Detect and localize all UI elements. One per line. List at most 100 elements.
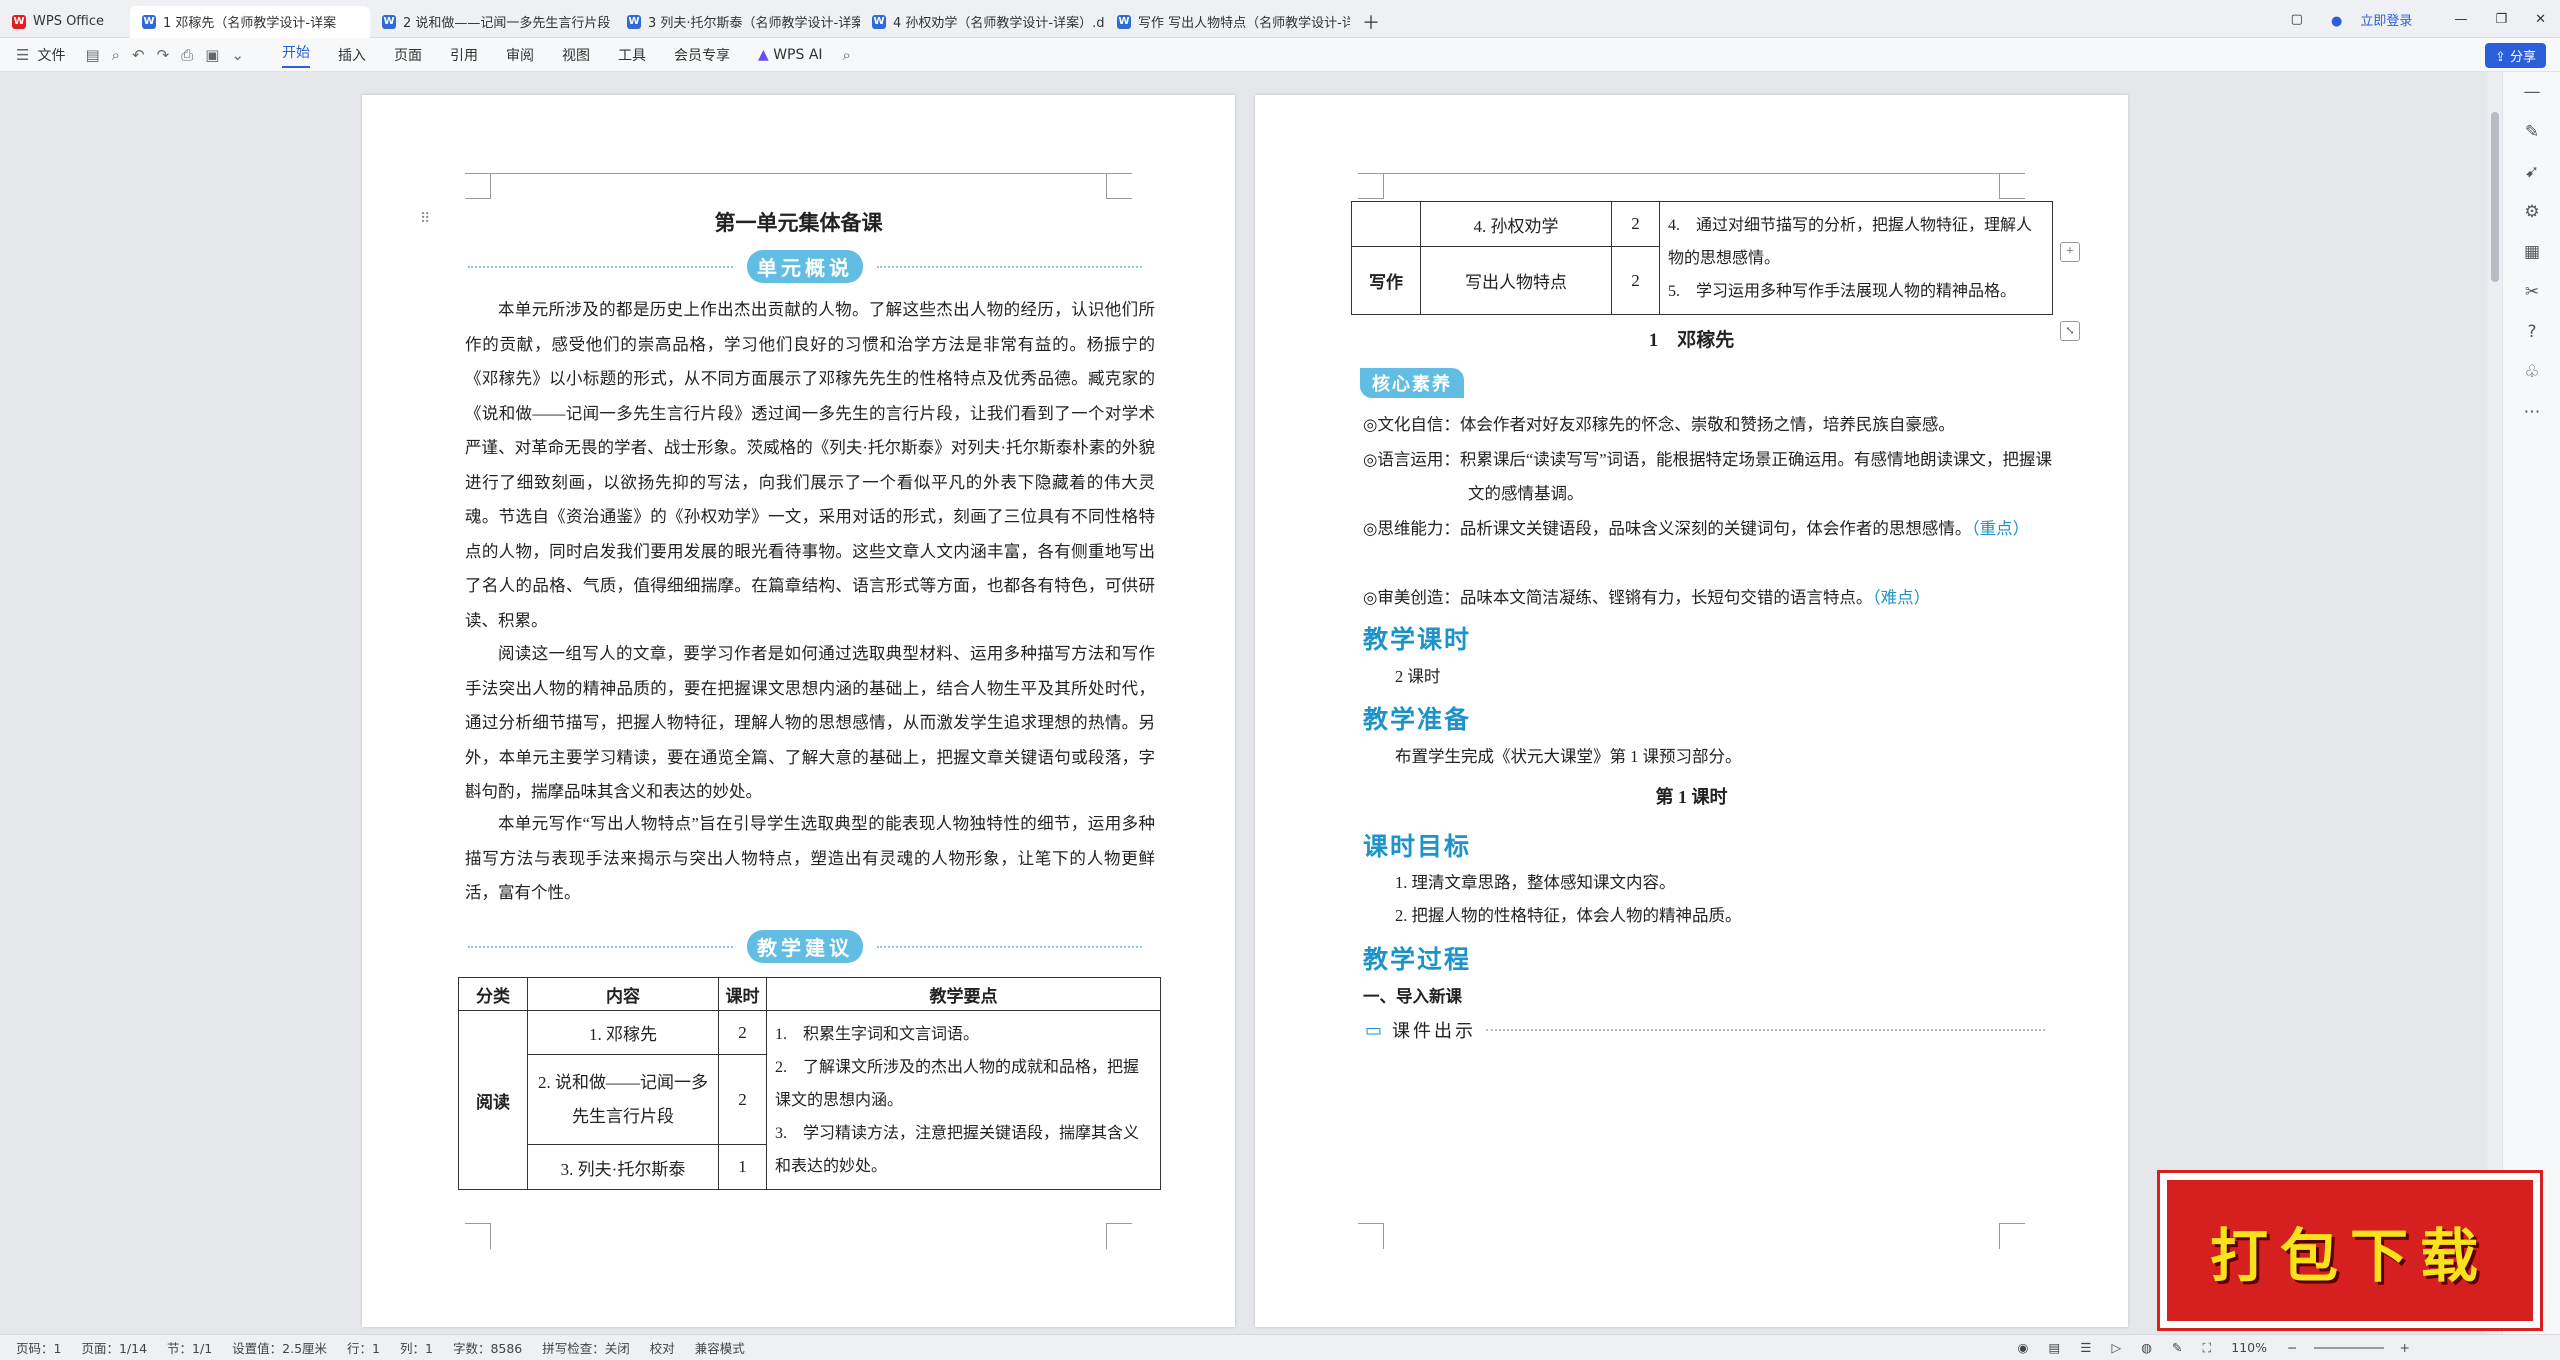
doc-title: 第一单元集体备课 <box>714 211 883 235</box>
crop-mark <box>1999 173 2025 199</box>
teaching-process-heading: 教学过程 <box>1363 947 1472 974</box>
image-icon[interactable]: ▣ <box>205 46 219 64</box>
lesson-goal-heading: 课时目标 <box>1363 834 1472 861</box>
courseware-row: ▭ 课件出示 <box>1365 1017 2045 1043</box>
overview-paragraph-3: 本单元写作“写出人物特点”旨在引导学生选取典型的能表现人物独特性的细节，运用多种… <box>465 814 1155 902</box>
scrollbar-thumb[interactable] <box>2491 112 2499 282</box>
wps-ai-button[interactable]: ▲ WPS AI <box>758 47 823 63</box>
new-tab-button[interactable]: ＋ <box>1350 6 1392 38</box>
word-doc-icon: W <box>872 14 886 29</box>
wps-logo-icon: W <box>12 14 26 29</box>
core-item: ◎语言运用：积累课后“读读写写”词语，能根据特定场景正确运用。有感情地朗读课文，… <box>1363 450 2053 503</box>
ribbon-tab-review[interactable]: 审阅 <box>506 45 534 65</box>
core-item: ◎思维能力：品析课文关键语段，品味含义深刻的关键词句，体会作者的思想感情。（重点… <box>1363 519 2030 538</box>
device-icon[interactable]: ▢ <box>2291 12 2303 27</box>
fit-icon[interactable]: ⛶ <box>2203 1340 2212 1356</box>
select-icon[interactable]: ➹ <box>2503 152 2560 192</box>
teaching-advice-table: 分类 内容 课时 教学要点 阅读 1. 邓稼先 2 1. 积累生字词和文言词语。… <box>458 977 1161 1190</box>
word-doc-icon: W <box>627 14 641 29</box>
lesson-goal-item: 1. 理清文章思路，整体感知课文内容。 <box>1395 873 1676 892</box>
teaching-prep-heading: 教学准备 <box>1363 707 1472 734</box>
document-page-2[interactable]: 4. 孙权劝学 2 4. 通过对细节描写的分析，把握人物特征，理解人物的思想感情… <box>1255 95 2128 1327</box>
page-view-icon[interactable]: ▤ <box>2048 1340 2060 1355</box>
file-menu[interactable]: 文件 <box>37 45 65 65</box>
print-icon[interactable]: ⎙ <box>181 46 193 64</box>
crop-mark <box>1358 1223 1384 1249</box>
status-section: 节：1/1 <box>167 1341 213 1356</box>
eye-icon[interactable]: ◉ <box>2018 1340 2029 1355</box>
status-column: 列：1 <box>400 1341 433 1356</box>
minimize-icon[interactable]: — <box>2454 12 2467 27</box>
share-button[interactable]: ⇪ 分享 <box>2484 43 2546 68</box>
undo-icon[interactable]: ↶ <box>132 46 145 64</box>
list-view-icon[interactable]: ☰ <box>2080 1340 2091 1355</box>
table-add-column-button[interactable]: + <box>2060 242 2080 262</box>
crop-mark <box>1358 173 1384 199</box>
status-spell-check[interactable]: 拼写检查：关闭 <box>542 1338 630 1357</box>
tab-doc-3[interactable]: W3 列夫·托尔斯泰（名师教学设计-详案） <box>615 6 860 38</box>
ribbon-tab-home[interactable]: 开始 <box>281 42 310 68</box>
core-item: ◎审美创造：品味本文简洁凝练、铿锵有力，长短句交错的语言特点。（难点） <box>1363 588 1931 607</box>
login-button[interactable]: ● 立即登录 <box>2331 10 2427 29</box>
globe-icon[interactable]: ◍ <box>2141 1340 2152 1355</box>
title-bar: W WPS Office W1 邓稼先（名师教学设计-详案 W2 说和做——记闻一… <box>0 0 2560 38</box>
ribbon-tab-reference[interactable]: 引用 <box>450 45 478 65</box>
tab-doc-2[interactable]: W2 说和做——记闻一多先生言行片段 <box>370 6 615 38</box>
teaching-hours-heading: 教学课时 <box>1363 627 1472 654</box>
help-icon[interactable]: ? <box>2503 312 2560 352</box>
tab-doc-5[interactable]: W 写作 写出人物特点（名师教学设计-详 <box>1105 6 1350 38</box>
more-icon[interactable]: ⌄ <box>231 46 244 64</box>
settings-icon[interactable]: ⚙ <box>2503 192 2560 232</box>
table-row: 阅读 1. 邓稼先 2 1. 积累生字词和文言词语。 2. 了解课文所涉及的杰出… <box>458 1010 1161 1190</box>
search-doc-icon[interactable]: ⌕ <box>112 46 120 64</box>
table-row: 4. 孙权劝学 2 4. 通过对细节描写的分析，把握人物特征，理解人物的思想感情… <box>1351 201 2053 315</box>
tools-icon[interactable]: ✂ <box>2503 272 2560 312</box>
edit-icon[interactable]: ✎ <box>2172 1340 2182 1355</box>
save-icon[interactable]: ▤ <box>85 46 99 64</box>
ribbon-tab-page[interactable]: 页面 <box>394 45 422 65</box>
translate-icon[interactable]: ▦ <box>2503 232 2560 272</box>
crop-mark <box>1106 173 1132 199</box>
teaching-advice-table-continued: 4. 孙权劝学 2 4. 通过对细节描写的分析，把握人物特征，理解人物的思想感情… <box>1351 201 2053 315</box>
restore-icon[interactable]: ❐ <box>2495 12 2507 27</box>
table-category: 阅读 <box>458 1010 528 1190</box>
zoom-out-icon[interactable]: − <box>2287 1340 2297 1355</box>
more-options-icon[interactable]: ⋯ <box>2503 392 2560 432</box>
tab-doc-1[interactable]: W1 邓稼先（名师教学设计-详案 <box>130 5 370 38</box>
right-sidebar: — ✎ ➹ ⚙ ▦ ✂ ? ♧ ⋯ <box>2502 72 2560 1334</box>
shirt-icon[interactable]: ♧ <box>2503 352 2560 392</box>
table-header-row: 分类 内容 课时 教学要点 <box>458 977 1161 1011</box>
menu-icon[interactable]: ☰ <box>16 46 29 64</box>
teaching-points: 1. 积累生字词和文言词语。 2. 了解课文所涉及的杰出人物的成就和品格，把握课… <box>766 1010 1161 1190</box>
ribbon-tab-member[interactable]: 会员专享 <box>674 45 730 65</box>
status-page-count[interactable]: 页面：1/14 <box>81 1338 147 1357</box>
tab-wps-home[interactable]: W WPS Office <box>0 6 130 38</box>
core-item: ◎文化自信：体会作者对好友邓稼先的怀念、崇敬和赞扬之情，培养民族自豪感。 <box>1363 415 1955 434</box>
word-doc-icon: W <box>382 14 396 29</box>
ribbon-tab-tools[interactable]: 工具 <box>618 45 646 65</box>
first-lesson-title: 第 1 课时 <box>1655 787 1728 807</box>
tab-doc-4[interactable]: W4 孙权劝学（名师教学设计-详案）.do <box>860 6 1105 38</box>
status-word-count[interactable]: 字数：8586 <box>453 1338 522 1357</box>
pen-icon[interactable]: ✎ <box>2503 112 2560 152</box>
status-proofread[interactable]: 校对 <box>650 1338 675 1357</box>
overview-paragraph-2: 阅读这一组写人的文章，要学习作者是如何通过选取典型材料、运用多种描写方法和写作手… <box>465 644 1155 801</box>
zoom-slider[interactable] <box>2313 1346 2384 1349</box>
search-icon[interactable]: ⌕ <box>843 46 851 64</box>
courseware-icon: ▭ <box>1365 1019 1383 1040</box>
header-line <box>1358 173 2025 174</box>
document-page-1[interactable]: ⠿ 第一单元集体备课 单元概说 本单元所涉及的都是历史上作出杰出贡献的人物。了解… <box>362 95 1235 1327</box>
ribbon-tab-insert[interactable]: 插入 <box>338 45 366 65</box>
download-banner[interactable]: 打包下载 <box>2160 1173 2540 1328</box>
collapse-icon[interactable]: — <box>2503 72 2560 112</box>
overview-paragraph-1: 本单元所涉及的都是历史上作出杰出贡献的人物。了解这些杰出人物的经历，认识他们所作… <box>465 300 1155 630</box>
close-icon[interactable]: ✕ <box>2535 12 2546 27</box>
status-bar: 页码：1 页面：1/14 节：1/1 设置值：2.5厘米 行：1 列：1 字数：… <box>0 1334 2560 1360</box>
play-icon[interactable]: ▷ <box>2111 1340 2121 1355</box>
step-heading: 一、导入新课 <box>1363 987 1462 1006</box>
zoom-in-icon[interactable]: + <box>2400 1340 2410 1355</box>
ribbon-tab-view[interactable]: 视图 <box>562 45 590 65</box>
redo-icon[interactable]: ↷ <box>157 46 170 64</box>
zoom-level[interactable]: 110% <box>2231 1340 2267 1355</box>
vertical-scrollbar[interactable] <box>2488 72 2502 1334</box>
